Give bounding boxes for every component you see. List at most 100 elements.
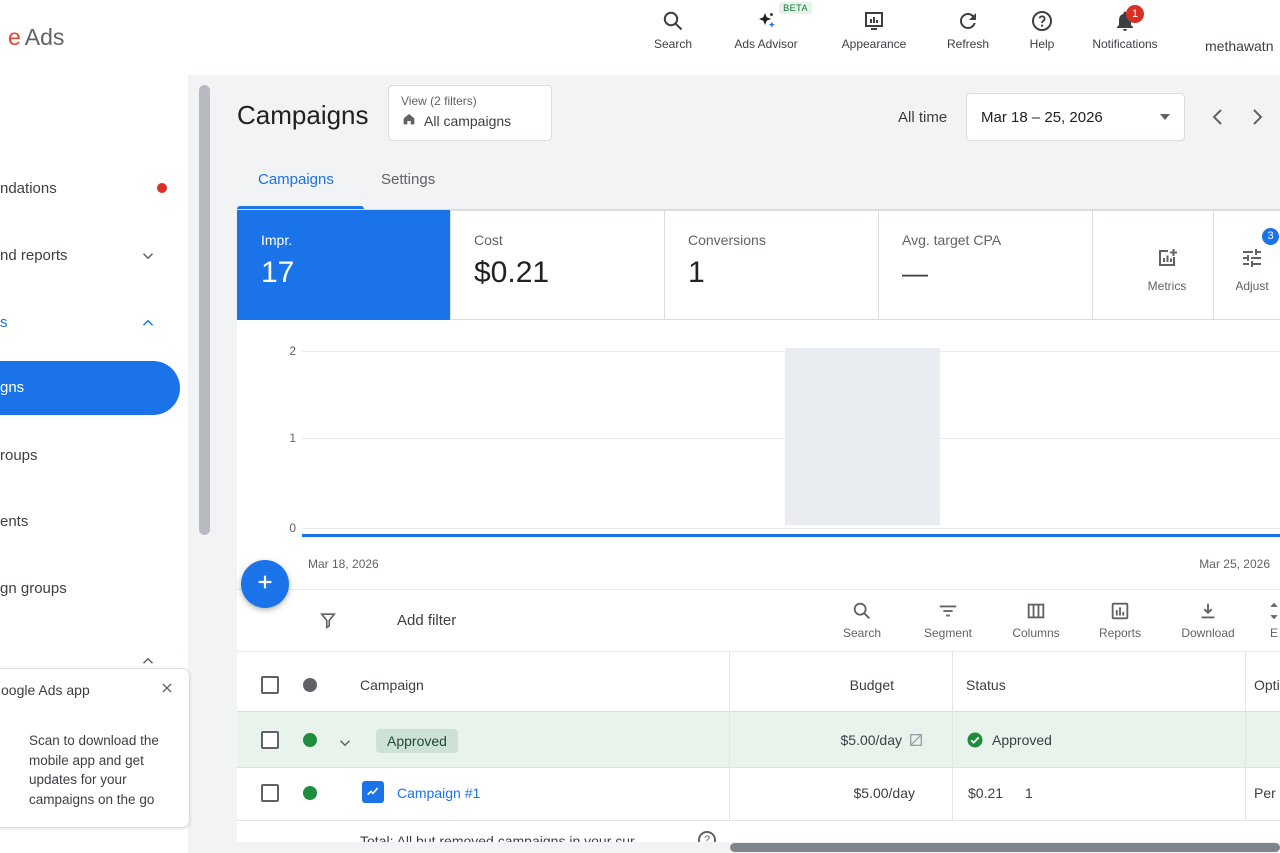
- notifications-bell-icon: [1077, 8, 1173, 34]
- chevron-up-icon[interactable]: [139, 314, 157, 332]
- summary-budget-cell[interactable]: $5.00/day: [729, 732, 952, 748]
- recommendations-alert-dot: [157, 183, 167, 193]
- google-ads-app: eAds Search BETA Ads Advisor Appearance: [0, 0, 1280, 853]
- scorecard-label: Conversions: [688, 232, 766, 248]
- view-filters-label: View (2 filters): [401, 94, 539, 108]
- scorecard-label: Avg. target CPA: [902, 232, 1001, 248]
- previous-period-button[interactable]: [1206, 105, 1230, 129]
- scorecard-divider: [450, 210, 451, 320]
- summary-status-cell: Approved: [966, 731, 1052, 749]
- column-header-campaign[interactable]: Campaign: [360, 677, 424, 693]
- add-filter-button[interactable]: Add filter: [397, 612, 456, 629]
- filter-icon[interactable]: [318, 610, 338, 635]
- scorecard-value: $0.21: [474, 256, 549, 290]
- logo-letter: e: [8, 24, 21, 50]
- select-all-checkbox[interactable]: [261, 676, 279, 694]
- metrics-icon: [1155, 257, 1179, 274]
- campaign-budget-cell[interactable]: $5.00/day: [729, 785, 952, 801]
- sidebar-section-campaigns[interactable]: s: [0, 314, 8, 331]
- filter-bar-divider: [237, 589, 1280, 590]
- x-axis-start-label: Mar 18, 2026: [308, 557, 379, 571]
- view-filter-selector[interactable]: View (2 filters) All campaigns: [388, 85, 552, 141]
- search-button[interactable]: Search: [625, 8, 721, 51]
- account-name[interactable]: methawatn: [1205, 38, 1273, 54]
- columns-button[interactable]: Columns: [993, 598, 1079, 640]
- column-header-budget[interactable]: Budget: [729, 677, 952, 693]
- tab-campaigns[interactable]: Campaigns: [258, 171, 334, 188]
- campaign-optimization-cell: Per: [1254, 785, 1276, 801]
- adjust-button[interactable]: Adjust: [1207, 246, 1280, 293]
- tab-settings[interactable]: Settings: [381, 171, 435, 188]
- horizontal-scrollbar-thumb[interactable]: [730, 843, 1280, 852]
- next-period-button[interactable]: [1245, 105, 1269, 129]
- scorecard-value: 17: [261, 256, 294, 290]
- date-range-picker[interactable]: Mar 18 – 25, 2026: [966, 93, 1185, 141]
- ads-advisor-button[interactable]: BETA Ads Advisor: [718, 8, 814, 51]
- chevron-down-icon[interactable]: [139, 247, 157, 265]
- adjust-count-badge: 3: [1262, 228, 1279, 245]
- time-range-label: All time: [898, 109, 947, 126]
- close-icon[interactable]: [159, 680, 177, 698]
- sidebar-item-assets[interactable]: ents: [0, 513, 28, 530]
- view-value-label: All campaigns: [424, 113, 511, 129]
- chevron-down-icon: [1160, 114, 1170, 120]
- sidebar-item-insights-reports[interactable]: nd reports: [0, 247, 68, 264]
- status-dot-column-header[interactable]: [303, 678, 317, 692]
- scorecard-divider: [1092, 210, 1093, 320]
- help-button[interactable]: Help: [994, 8, 1090, 51]
- campaign-name-link[interactable]: Campaign #1: [397, 785, 480, 801]
- expand-button[interactable]: E: [1231, 598, 1280, 640]
- scorecard-value: —: [902, 258, 928, 289]
- chart-highlight-band: [785, 348, 940, 525]
- active-tab-indicator: [237, 206, 364, 209]
- expand-icon: [1231, 598, 1280, 622]
- promo-title: oogle Ads app: [1, 682, 90, 698]
- scorecard-label: Cost: [474, 232, 503, 248]
- campaign-conversions-cell: 1: [1025, 785, 1033, 801]
- segment-button[interactable]: Segment: [905, 598, 991, 640]
- sidebar-item-campaign-groups[interactable]: gn groups: [0, 580, 67, 597]
- date-range-value: Mar 18 – 25, 2026: [981, 109, 1103, 126]
- column-divider: [1245, 652, 1246, 820]
- segment-icon: [905, 598, 991, 622]
- row-divider: [237, 820, 1280, 821]
- y-axis-tick: 1: [270, 431, 296, 445]
- row-divider: [237, 767, 1280, 768]
- adjust-tune-icon: [1240, 257, 1264, 274]
- notifications-button[interactable]: 1 Notifications: [1077, 8, 1173, 51]
- y-axis-tick: 2: [270, 344, 296, 358]
- new-campaign-fab[interactable]: [241, 560, 289, 608]
- sidebar-item-ad-groups[interactable]: roups: [0, 447, 38, 464]
- search-icon: [625, 8, 721, 34]
- row-expander-chevron-icon[interactable]: [336, 734, 354, 757]
- sidebar-item-recommendations[interactable]: ndations: [0, 180, 57, 197]
- notifications-count-badge: 1: [1126, 5, 1144, 23]
- columns-icon: [993, 598, 1079, 622]
- campaign-cost-cell: $0.21: [968, 785, 1003, 801]
- appearance-button[interactable]: Appearance: [826, 8, 922, 51]
- table-search-button[interactable]: Search: [819, 598, 905, 640]
- column-header-optimization[interactable]: Opti: [1254, 677, 1280, 693]
- appearance-icon: [826, 8, 922, 34]
- y-axis-tick: 0: [270, 521, 296, 535]
- metrics-button[interactable]: Metrics: [1122, 246, 1212, 293]
- help-icon: [994, 8, 1090, 34]
- chart-gridline: [302, 528, 1280, 529]
- page-title: Campaigns: [237, 100, 369, 131]
- left-navigation: ndations nd reports s gns roups ents gn …: [0, 75, 188, 853]
- row-checkbox[interactable]: [261, 731, 279, 749]
- reports-icon: [1077, 598, 1163, 622]
- column-divider: [952, 652, 953, 820]
- row-checkbox[interactable]: [261, 784, 279, 802]
- sidebar-item-campaigns-active[interactable]: gns: [0, 361, 180, 415]
- top-app-bar: eAds Search BETA Ads Advisor Appearance: [0, 0, 1280, 75]
- scorecard-label: Impr.: [261, 232, 292, 248]
- plus-icon: [254, 571, 276, 598]
- sidebar-scrollbar[interactable]: [199, 85, 210, 535]
- mobile-app-promo-card: oogle Ads app Scan to download the mobil…: [0, 668, 190, 828]
- column-header-status[interactable]: Status: [966, 677, 1006, 693]
- approved-chip[interactable]: Approved: [376, 729, 458, 753]
- enabled-status-dot: [303, 733, 317, 747]
- search-icon: [819, 598, 905, 622]
- reports-button[interactable]: Reports: [1077, 598, 1163, 640]
